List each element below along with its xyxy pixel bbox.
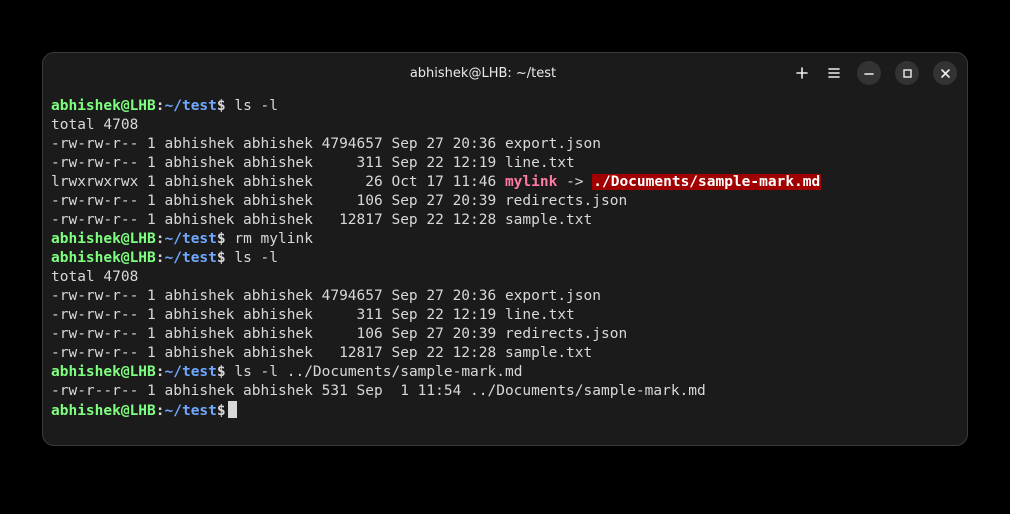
- window-title: abhishek@LHB: ~/test: [173, 66, 793, 81]
- command-text: ls -l ../Documents/sample-mark.md: [226, 364, 523, 380]
- window-controls: [793, 61, 957, 85]
- symlink-arrow-icon: ->: [557, 174, 592, 190]
- command-text: ls -l: [226, 250, 278, 266]
- prompt-host: @LHB: [121, 231, 156, 247]
- prompt-path: ~/test: [165, 364, 217, 380]
- cursor: [228, 401, 237, 418]
- prompt-path: ~/test: [165, 403, 217, 419]
- ls-row: -rw-rw-r-- 1 abhishek abhishek 12817 Sep…: [51, 344, 959, 363]
- file-name: sample.txt: [505, 345, 592, 361]
- file-name: export.json: [505, 288, 601, 304]
- ls-row: -rw-rw-r-- 1 abhishek abhishek 4794657 S…: [51, 135, 959, 154]
- prompt-colon: :: [156, 364, 165, 380]
- ls-row: -rw-rw-r-- 1 abhishek abhishek 106 Sep 2…: [51, 192, 959, 211]
- file-name: line.txt: [505, 307, 575, 323]
- titlebar: abhishek@LHB: ~/test: [43, 53, 967, 93]
- hamburger-menu-button[interactable]: [825, 64, 843, 82]
- file-name: export.json: [505, 136, 601, 152]
- prompt-line: abhishek@LHB:~/test$ ls -l: [51, 97, 959, 116]
- ls-row: -rw-rw-r-- 1 abhishek abhishek 12817 Sep…: [51, 211, 959, 230]
- minimize-button[interactable]: [857, 61, 881, 85]
- file-name: sample.txt: [505, 212, 592, 228]
- ls-row: lrwxrwxrwx 1 abhishek abhishek 26 Oct 17…: [51, 173, 959, 192]
- symlink-name: mylink: [505, 174, 557, 190]
- ls-row: -rw-rw-r-- 1 abhishek abhishek 106 Sep 2…: [51, 325, 959, 344]
- prompt-host: @LHB: [121, 364, 156, 380]
- ls-row: -rw-r--r-- 1 abhishek abhishek 531 Sep 1…: [51, 382, 959, 401]
- prompt-user: abhishek: [51, 231, 121, 247]
- maximize-button[interactable]: [895, 61, 919, 85]
- prompt-colon: :: [156, 250, 165, 266]
- symlink-target: ./Documents/sample-mark.md: [592, 174, 821, 190]
- prompt-host: @LHB: [121, 250, 156, 266]
- terminal-body[interactable]: abhishek@LHB:~/test$ ls -ltotal 4708-rw-…: [43, 93, 967, 445]
- prompt-line: abhishek@LHB:~/test$ ls -l ../Documents/…: [51, 363, 959, 382]
- file-name: redirects.json: [505, 193, 627, 209]
- prompt-path: ~/test: [165, 98, 217, 114]
- command-text: rm mylink: [226, 231, 313, 247]
- prompt-line: abhishek@LHB:~/test$ rm mylink: [51, 230, 959, 249]
- prompt-user: abhishek: [51, 250, 121, 266]
- prompt-path: ~/test: [165, 231, 217, 247]
- terminal-window: abhishek@LHB: ~/test abhishek@LHB:~/test…: [42, 52, 968, 446]
- prompt-line: abhishek@LHB:~/test$ ls -l: [51, 249, 959, 268]
- output-total: total 4708: [51, 268, 959, 287]
- prompt-user: abhishek: [51, 403, 121, 419]
- close-button[interactable]: [933, 61, 957, 85]
- ls-row: -rw-rw-r-- 1 abhishek abhishek 311 Sep 2…: [51, 154, 959, 173]
- ls-row: -rw-rw-r-- 1 abhishek abhishek 4794657 S…: [51, 287, 959, 306]
- prompt-host: @LHB: [121, 98, 156, 114]
- file-name: line.txt: [505, 155, 575, 171]
- prompt-user: abhishek: [51, 364, 121, 380]
- prompt-colon: :: [156, 403, 165, 419]
- prompt-dollar: $: [217, 231, 226, 247]
- output-total: total 4708: [51, 116, 959, 135]
- file-name: redirects.json: [505, 326, 627, 342]
- prompt-dollar: $: [217, 98, 226, 114]
- prompt-line: abhishek@LHB:~/test$: [51, 401, 959, 421]
- ls-row: -rw-rw-r-- 1 abhishek abhishek 311 Sep 2…: [51, 306, 959, 325]
- prompt-path: ~/test: [165, 250, 217, 266]
- new-tab-button[interactable]: [793, 64, 811, 82]
- file-name: ../Documents/sample-mark.md: [470, 383, 706, 399]
- prompt-colon: :: [156, 231, 165, 247]
- prompt-dollar: $: [217, 250, 226, 266]
- prompt-user: abhishek: [51, 98, 121, 114]
- command-text: ls -l: [226, 98, 278, 114]
- prompt-dollar: $: [217, 403, 226, 419]
- prompt-colon: :: [156, 98, 165, 114]
- prompt-host: @LHB: [121, 403, 156, 419]
- prompt-dollar: $: [217, 364, 226, 380]
